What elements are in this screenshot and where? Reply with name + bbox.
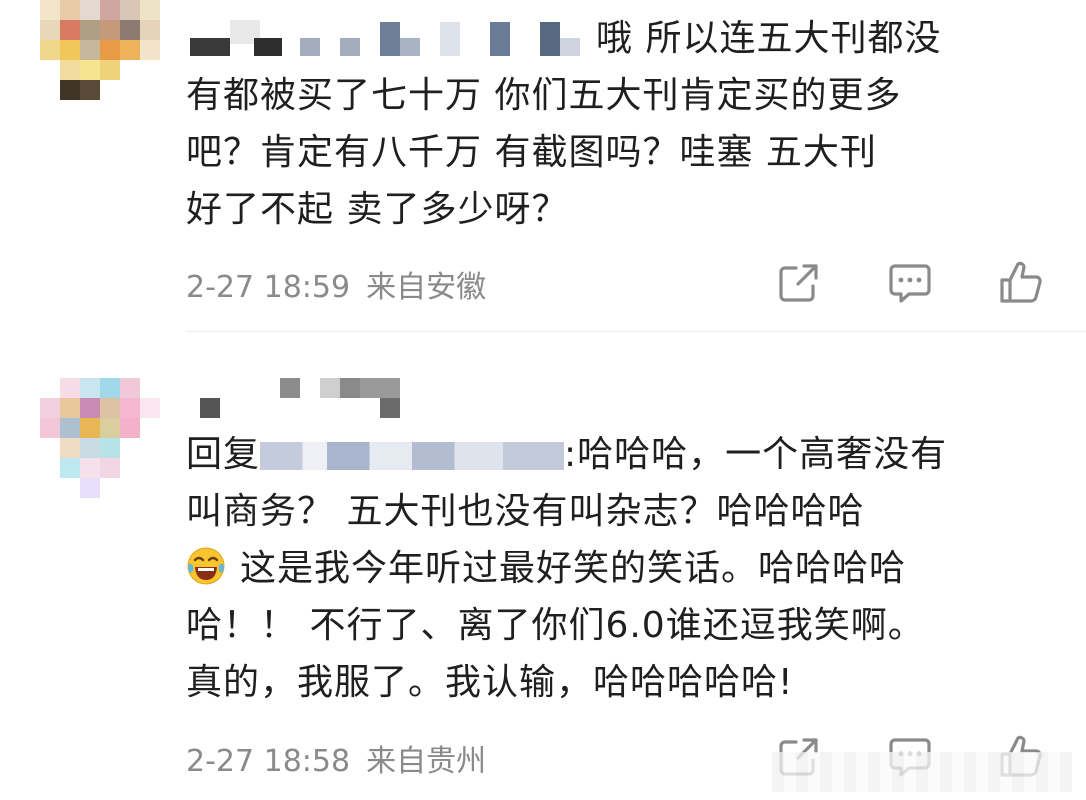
comment-line: 吧？肯定有八千万 有截图吗？哇塞 五大刊 bbox=[186, 132, 877, 173]
timestamp: 2-27 18:58 bbox=[186, 744, 351, 779]
thumbs-up-icon bbox=[1000, 261, 1042, 303]
username-blurred[interactable] bbox=[190, 376, 590, 424]
comment-line: 哦 所以连五大刊都没 bbox=[596, 18, 942, 59]
comment-text: 回复:哈哈哈，一个高奢没有 叫商务？ 五大刊也没有叫杂志？哈哈哈哈 这是我今年听… bbox=[186, 426, 1046, 711]
comment-item: 哦 所以连五大刊都没 有都被买了七十万 你们五大刊肯定买的更多 吧？肯定有八千万… bbox=[0, 0, 1086, 332]
comment-icon bbox=[889, 264, 931, 303]
avatar[interactable] bbox=[40, 0, 160, 120]
location: 来自安徽 bbox=[366, 270, 487, 305]
comment-meta: 2-27 18:58 来自贵州 bbox=[186, 736, 486, 780]
divider bbox=[186, 331, 1086, 332]
comment-text: 哦 所以连五大刊都没 有都被买了七十万 你们五大刊肯定买的更多 吧？肯定有八千万… bbox=[186, 10, 1046, 238]
comment-line: 有都被买了七十万 你们五大刊肯定买的更多 bbox=[186, 75, 902, 116]
comment-line: 哈哈哈，一个高奢没有 bbox=[577, 434, 948, 475]
location: 来自贵州 bbox=[366, 744, 487, 779]
laughing-crying-emoji-icon bbox=[186, 546, 226, 586]
reply-target-blurred[interactable] bbox=[260, 442, 565, 470]
comment-line: 真的，我服了。我认输，哈哈哈哈哈! bbox=[186, 662, 794, 703]
watermark-blurred bbox=[772, 752, 1072, 792]
timestamp: 2-27 18:59 bbox=[186, 270, 351, 305]
comment-item: 回复:哈哈哈，一个高奢没有 叫商务？ 五大刊也没有叫杂志？哈哈哈哈 这是我今年听… bbox=[0, 362, 1086, 800]
reply-separator: : bbox=[564, 434, 578, 475]
comment-line: 叫商务？ 五大刊也没有叫杂志？哈哈哈哈 bbox=[186, 491, 865, 532]
comment-line-text: 这是我今年听过最好笑的笑话。哈哈哈哈 bbox=[240, 548, 907, 589]
action-bar bbox=[770, 258, 1050, 308]
comment-button[interactable] bbox=[885, 258, 935, 308]
comment-line: 哈！！ 不行了、离了你们6.0谁还逗我笑啊。 bbox=[186, 605, 925, 646]
avatar[interactable] bbox=[40, 378, 160, 498]
like-button[interactable] bbox=[996, 258, 1046, 308]
comment-line: 好了不起 卖了多少呀？ bbox=[186, 189, 569, 230]
reply-label: 回复 bbox=[186, 434, 261, 475]
share-button[interactable] bbox=[774, 258, 824, 308]
share-icon bbox=[779, 264, 818, 302]
comment-line: 回复:哈哈哈，一个高奢没有 bbox=[186, 426, 1046, 483]
comment-line: 这是我今年听过最好笑的笑话。哈哈哈哈 bbox=[186, 540, 1046, 597]
comment-meta: 2-27 18:59 来自安徽 bbox=[186, 262, 486, 306]
